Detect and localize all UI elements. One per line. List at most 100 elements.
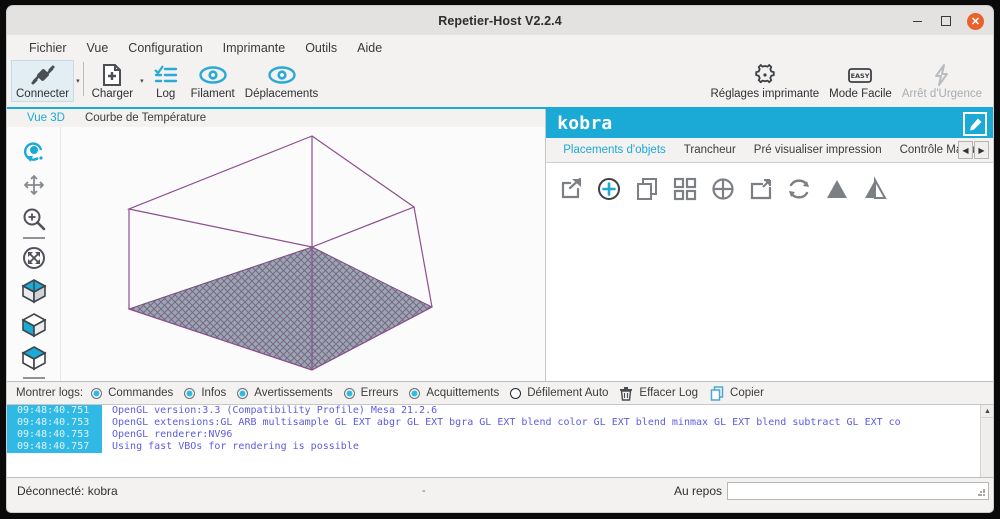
panel-tab-bar: Placements d'objets Trancheur Pré visual…	[546, 138, 993, 163]
load-button[interactable]: Charger	[87, 60, 139, 102]
log-section: Montrer logs: Commandes Infos Avertissem…	[7, 381, 993, 477]
radio-icon[interactable]	[184, 387, 196, 399]
tab-scroll-controls: ◀ ▶	[958, 141, 989, 159]
menu-outils[interactable]: Outils	[295, 38, 347, 58]
radio-icon[interactable]	[510, 387, 522, 399]
tool-divider	[22, 237, 45, 240]
log-output[interactable]: 09:48:40.751 OpenGL version:3.3 (Compati…	[7, 404, 993, 477]
easy-mode-label: Mode Facile	[829, 88, 892, 100]
status-separator: -	[422, 484, 426, 497]
log-button[interactable]: Log	[146, 60, 186, 102]
log-timestamp: 09:48:40.753	[7, 429, 102, 441]
menu-configuration[interactable]: Configuration	[118, 38, 212, 58]
autoposition-object-icon[interactable]	[670, 174, 700, 204]
radio-icon[interactable]	[91, 387, 103, 399]
radio-icon[interactable]	[237, 387, 249, 399]
connect-button[interactable]: Connecter	[11, 60, 75, 102]
view3d-tab-bar: Vue 3D Courbe de Température	[7, 109, 546, 127]
movements-button[interactable]: Déplacements	[240, 60, 324, 102]
tab-courbe-temperature[interactable]: Courbe de Température	[75, 112, 216, 124]
emergency-stop-button[interactable]: Arrêt d'Urgence	[897, 60, 987, 102]
log-timestamp: 09:48:40.753	[7, 417, 102, 429]
rotate-object-icon[interactable]	[784, 174, 814, 204]
menu-imprimante[interactable]: Imprimante	[213, 38, 296, 58]
load-dropdown-icon[interactable]: ▾	[138, 77, 146, 85]
view3d-tool-sidebar	[7, 127, 61, 381]
tab-placements-objets[interactable]: Placements d'objets	[554, 144, 675, 156]
trash-icon	[619, 386, 633, 401]
log-entry: 09:48:40.757 Using fast VBOs for renderi…	[7, 441, 993, 453]
tab-scroll-right-icon[interactable]: ▶	[974, 141, 989, 159]
tab-previsualiser-impression[interactable]: Pré visualiser impression	[745, 144, 891, 156]
printer-settings-button[interactable]: Réglages imprimante	[706, 60, 825, 102]
scroll-up-icon[interactable]: ▲	[981, 405, 993, 418]
filter-acquittements-label: Acquittements	[426, 387, 500, 399]
log-message: Using fast VBOs for rendering is possibl…	[112, 441, 359, 452]
filament-button[interactable]: Filament	[186, 60, 240, 102]
window-controls: ✕	[909, 6, 984, 36]
tab-scroll-left-icon[interactable]: ◀	[958, 141, 973, 159]
zoom-view-icon[interactable]	[16, 202, 52, 235]
tab-vue-3d[interactable]: Vue 3D	[17, 112, 75, 124]
cube-side-view-icon[interactable]	[16, 342, 52, 375]
resize-grip-icon[interactable]	[978, 488, 986, 497]
filament-label: Filament	[190, 88, 235, 100]
filter-commandes[interactable]: Commandes	[91, 387, 173, 399]
cube-top-view-icon[interactable]	[16, 275, 52, 308]
object-list-area[interactable]	[546, 215, 993, 381]
minimize-button[interactable]	[909, 13, 925, 29]
window-body: Fichier Vue Configuration Imprimante Out…	[6, 35, 994, 513]
filter-avertissements[interactable]: Avertissements	[237, 387, 333, 399]
menu-vue[interactable]: Vue	[77, 38, 119, 58]
menu-aide[interactable]: Aide	[347, 38, 392, 58]
export-object-icon[interactable]	[556, 174, 586, 204]
printer-panel: kobra Placements d'objets Trancheur Pré …	[546, 109, 993, 381]
mirror-object-icon[interactable]	[822, 174, 852, 204]
log-scrollbar[interactable]: ▲	[980, 405, 993, 477]
svg-text:EASY: EASY	[851, 72, 870, 80]
status-right-group: Au repos	[674, 481, 989, 500]
rotate-view-icon[interactable]	[16, 135, 52, 168]
filter-avertissements-label: Avertissements	[254, 387, 333, 399]
radio-icon[interactable]	[409, 387, 421, 399]
add-object-icon[interactable]	[594, 174, 624, 204]
edit-pencil-icon[interactable]	[963, 112, 987, 136]
movements-label: Déplacements	[244, 88, 319, 100]
close-icon[interactable]: ✕	[967, 12, 984, 30]
connect-dropdown-icon[interactable]: ▾	[74, 77, 82, 85]
center-object-icon[interactable]	[708, 174, 738, 204]
log-message: OpenGL extensions:GL ARB multisample GL …	[112, 417, 901, 428]
filter-erreurs[interactable]: Erreurs	[343, 387, 398, 399]
copy-log-button[interactable]: Copier	[710, 385, 764, 401]
log-entry: 09:48:40.751 OpenGL version:3.3 (Compati…	[7, 405, 993, 417]
tab-trancheur[interactable]: Trancheur	[675, 144, 745, 156]
copy-object-icon[interactable]	[632, 174, 662, 204]
clear-log-button[interactable]: Effacer Log	[619, 386, 698, 401]
filter-defilement-auto-label: Défilement Auto	[527, 387, 609, 399]
view3d-pane: Vue 3D Courbe de Température	[7, 109, 547, 381]
filter-commandes-label: Commandes	[108, 387, 174, 399]
filter-infos[interactable]: Infos	[184, 387, 226, 399]
printer-name: kobra	[557, 113, 613, 134]
printer-bed-render	[7, 127, 546, 381]
log-toolbar: Montrer logs: Commandes Infos Avertissem…	[7, 382, 993, 404]
radio-icon[interactable]	[343, 387, 355, 399]
move-view-icon[interactable]	[16, 168, 52, 201]
scale-object-icon[interactable]	[746, 174, 776, 204]
filter-acquittements[interactable]: Acquittements	[409, 387, 499, 399]
cube-front-view-icon[interactable]	[16, 308, 52, 341]
menu-bar: Fichier Vue Configuration Imprimante Out…	[7, 35, 993, 60]
flip-object-icon[interactable]	[860, 174, 890, 204]
fit-view-icon[interactable]	[16, 241, 52, 274]
filter-defilement-auto[interactable]: Défilement Auto	[510, 387, 608, 399]
log-timestamp: 09:48:40.757	[7, 441, 102, 453]
file-add-icon	[101, 63, 123, 87]
easy-mode-button[interactable]: EASY Mode Facile	[824, 60, 897, 102]
bolt-icon	[931, 63, 953, 87]
toolbar-right-group: Réglages imprimante EASY Mode Facile Arr…	[706, 60, 988, 102]
view3d-canvas[interactable]	[7, 127, 546, 381]
app-window: Repetier-Host V2.2.4 ✕ Fichier Vue Confi…	[0, 0, 1000, 519]
maximize-button[interactable]	[938, 13, 954, 29]
window-title: Repetier-Host V2.2.4	[438, 13, 562, 28]
menu-fichier[interactable]: Fichier	[19, 38, 77, 58]
